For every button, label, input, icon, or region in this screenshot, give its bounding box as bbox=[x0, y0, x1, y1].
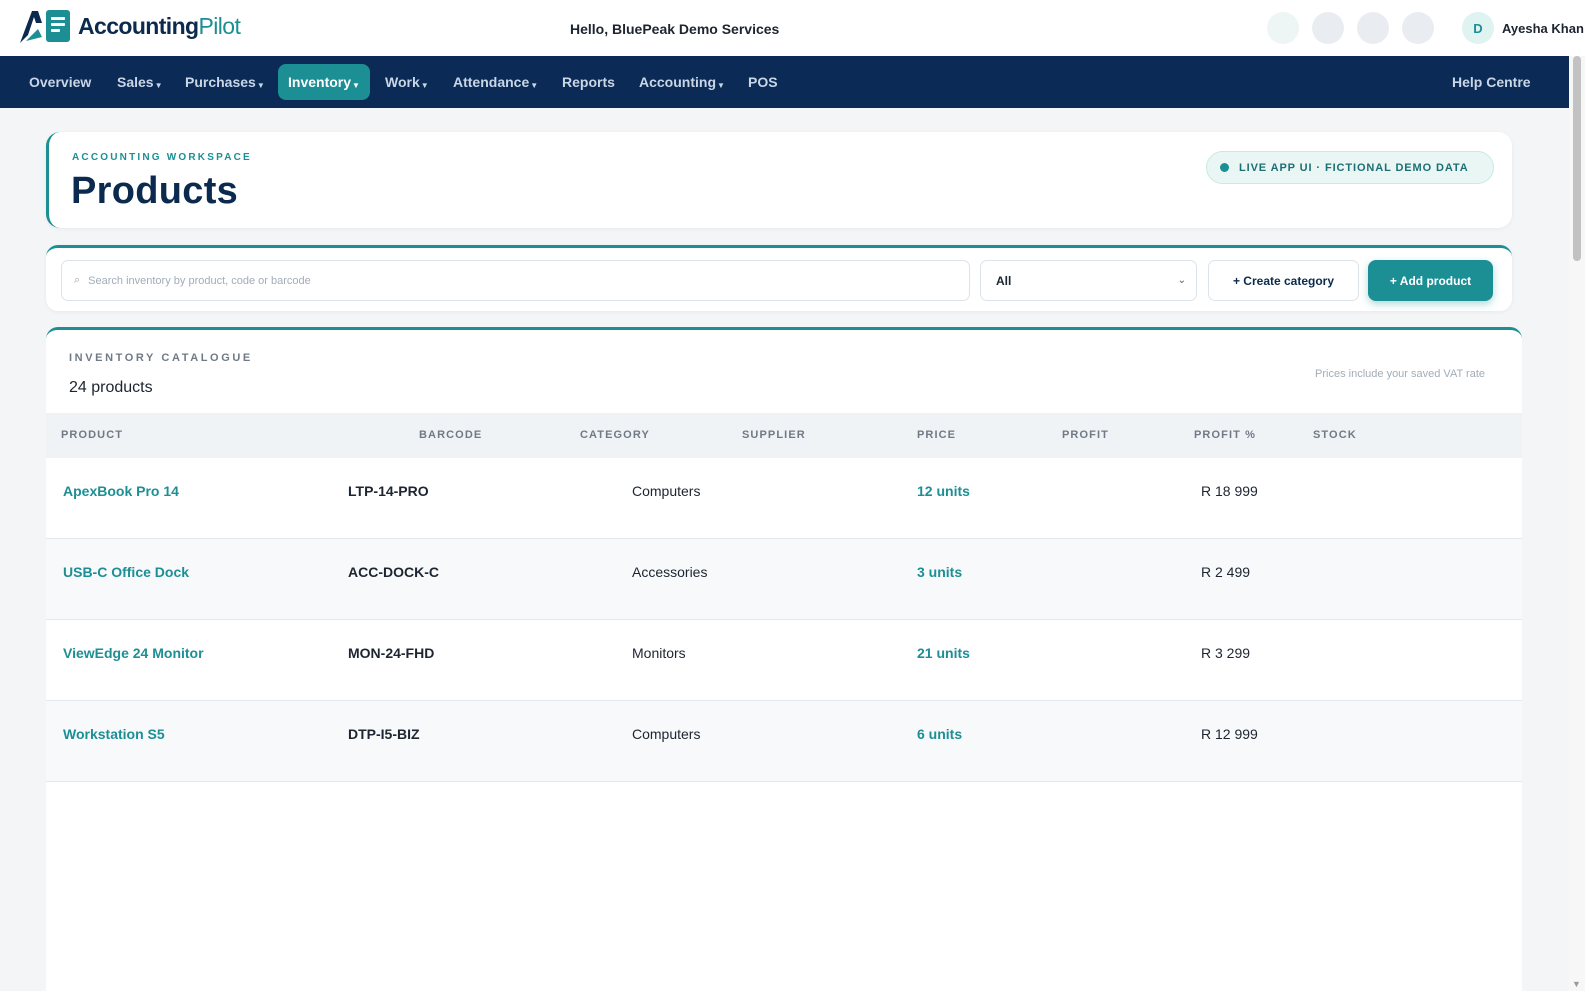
product-price: R 18 999 bbox=[1201, 483, 1258, 499]
nav-item-label: Purchases bbox=[185, 74, 256, 90]
chevron-down-icon: ▼ bbox=[717, 80, 725, 90]
nav-item-label: Work bbox=[385, 74, 420, 90]
product-price: R 12 999 bbox=[1201, 726, 1258, 742]
table-row[interactable]: Workstation S5 DTP-I5-BIZ Computers 6 un… bbox=[46, 701, 1522, 782]
product-code: MON-24-FHD bbox=[348, 645, 435, 661]
product-price: R 2 499 bbox=[1201, 564, 1251, 580]
product-category: Computers bbox=[632, 483, 701, 499]
user-name[interactable]: Ayesha Khan bbox=[1502, 21, 1584, 36]
chevron-down-icon: ▼ bbox=[154, 80, 163, 90]
product-name-link[interactable]: ApexBook Pro 14 bbox=[63, 483, 179, 499]
create-category-button[interactable]: + Create category bbox=[1208, 260, 1359, 301]
nav-item-inventory[interactable]: Inventory ▼ bbox=[278, 64, 370, 100]
product-stock: 6 units bbox=[917, 726, 963, 742]
product-count: 24 products bbox=[69, 379, 153, 396]
page-title: Products bbox=[71, 170, 239, 212]
nav-item-work[interactable]: Work ▼ bbox=[385, 64, 429, 100]
column-header-profit-percent[interactable]: PROFIT % bbox=[1194, 429, 1256, 441]
chevron-down-icon: ⌄ bbox=[1177, 275, 1186, 286]
brand-name-accent: Pilot bbox=[198, 12, 241, 39]
column-header-category[interactable]: CATEGORY bbox=[580, 429, 650, 441]
nav-item-overview[interactable]: Overview bbox=[29, 64, 91, 100]
live-dot-icon bbox=[1220, 163, 1229, 172]
table-header: PRODUCT BARCODE CATEGORY SUPPLIER PRICE … bbox=[46, 413, 1522, 458]
status-badge-label: LIVE APP UI · FICTIONAL DEMO DATA bbox=[1239, 161, 1469, 174]
product-name-link[interactable]: USB-C Office Dock bbox=[63, 564, 189, 580]
product-stock: 3 units bbox=[917, 564, 963, 580]
inventory-catalogue: INVENTORY CATALOGUE 24 products Prices i… bbox=[46, 327, 1522, 991]
product-stock: 21 units bbox=[917, 645, 970, 661]
page-scrollbar[interactable]: ▼ bbox=[1569, 56, 1585, 991]
product-price: R 3 299 bbox=[1201, 645, 1251, 661]
main-nav: Overview Sales ▼ Purchases ▼ Inventory ▼ Wo… bbox=[0, 56, 1569, 108]
nav-item-attendance[interactable]: Attendance ▼ bbox=[453, 64, 538, 100]
nav-item-label: Accounting bbox=[639, 74, 716, 90]
nav-item-label: Attendance bbox=[453, 74, 530, 90]
inventory-toolbar: ⌕ All ⌄ + Create category + Add product bbox=[46, 245, 1512, 311]
status-badge: LIVE APP UI · FICTIONAL DEMO DATA bbox=[1206, 151, 1494, 184]
nav-item-label: Reports bbox=[562, 74, 615, 90]
chevron-down-icon: ▼ bbox=[352, 80, 360, 90]
avatar[interactable]: D bbox=[1462, 12, 1494, 44]
column-header-barcode[interactable]: BARCODE bbox=[419, 429, 482, 441]
nav-item-pos[interactable]: POS bbox=[748, 64, 778, 100]
column-header-profit[interactable]: PROFIT bbox=[1062, 429, 1109, 441]
nav-item-label: POS bbox=[748, 74, 778, 90]
chevron-down-icon: ▼ bbox=[420, 80, 429, 90]
nav-item-reports[interactable]: Reports bbox=[562, 64, 615, 100]
category-filter-value: All bbox=[996, 273, 1012, 288]
nav-item-sales[interactable]: Sales ▼ bbox=[117, 64, 163, 100]
nav-item-accounting[interactable]: Accounting ▼ bbox=[639, 64, 725, 100]
chevron-down-icon: ▼ bbox=[530, 80, 539, 90]
table-row[interactable]: ApexBook Pro 14 LTP-14-PRO Computers 12 … bbox=[46, 458, 1522, 539]
notifications-icon[interactable] bbox=[1267, 12, 1299, 44]
category-filter-select[interactable]: All ⌄ bbox=[980, 260, 1197, 301]
brand-name: AccountingPilot bbox=[78, 12, 241, 40]
logo-mark-icon bbox=[20, 10, 70, 43]
nav-help-label: Help Centre bbox=[1452, 74, 1531, 90]
vat-note: Prices include your saved VAT rate bbox=[1315, 368, 1485, 380]
settings-icon[interactable] bbox=[1402, 12, 1434, 44]
nav-item-label: Inventory bbox=[288, 74, 352, 90]
table-row[interactable]: ViewEdge 24 Monitor MON-24-FHD Monitors … bbox=[46, 620, 1522, 701]
scroll-down-arrow-icon[interactable]: ▼ bbox=[1572, 979, 1581, 989]
nav-help-centre[interactable]: Help Centre bbox=[1452, 64, 1531, 100]
column-header-price[interactable]: PRICE bbox=[917, 429, 956, 441]
scrollbar-thumb[interactable] bbox=[1573, 56, 1581, 261]
page-header: ACCOUNTING WORKSPACE Products LIVE APP U… bbox=[46, 132, 1512, 228]
brand-name-main: Accounting bbox=[78, 12, 199, 39]
add-product-button[interactable]: + Add product bbox=[1368, 260, 1493, 301]
product-code: ACC-DOCK-C bbox=[348, 564, 439, 580]
nav-item-purchases[interactable]: Purchases ▼ bbox=[185, 64, 265, 100]
column-header-product[interactable]: PRODUCT bbox=[61, 429, 123, 441]
table-row[interactable]: USB-C Office Dock ACC-DOCK-C Accessories… bbox=[46, 539, 1522, 620]
chevron-down-icon: ▼ bbox=[256, 80, 265, 90]
product-category: Monitors bbox=[632, 645, 686, 661]
column-header-supplier[interactable]: SUPPLIER bbox=[742, 429, 806, 441]
product-name-link[interactable]: Workstation S5 bbox=[63, 726, 165, 742]
app-logo[interactable]: AccountingPilot bbox=[18, 7, 241, 45]
product-category: Accessories bbox=[632, 564, 708, 580]
top-bar: AccountingPilot Hello, BluePeak Demo Ser… bbox=[0, 0, 1585, 56]
product-code: LTP-14-PRO bbox=[348, 483, 429, 499]
messages-icon[interactable] bbox=[1312, 12, 1344, 44]
nav-item-label: Overview bbox=[29, 74, 92, 90]
greeting-text: Hello, BluePeak Demo Services bbox=[570, 21, 780, 37]
catalogue-title: INVENTORY CATALOGUE bbox=[69, 352, 253, 364]
search-box[interactable]: ⌕ bbox=[61, 260, 970, 301]
product-code: DTP-I5-BIZ bbox=[348, 726, 420, 742]
product-category: Computers bbox=[632, 726, 701, 742]
page-eyebrow: ACCOUNTING WORKSPACE bbox=[72, 152, 252, 163]
column-header-stock[interactable]: STOCK bbox=[1313, 429, 1357, 441]
product-stock: 12 units bbox=[917, 483, 970, 499]
calendar-icon[interactable] bbox=[1357, 12, 1389, 44]
nav-item-label: Sales bbox=[117, 74, 154, 90]
search-icon: ⌕ bbox=[74, 274, 81, 286]
product-name-link[interactable]: ViewEdge 24 Monitor bbox=[63, 645, 204, 661]
search-input[interactable] bbox=[88, 274, 949, 287]
